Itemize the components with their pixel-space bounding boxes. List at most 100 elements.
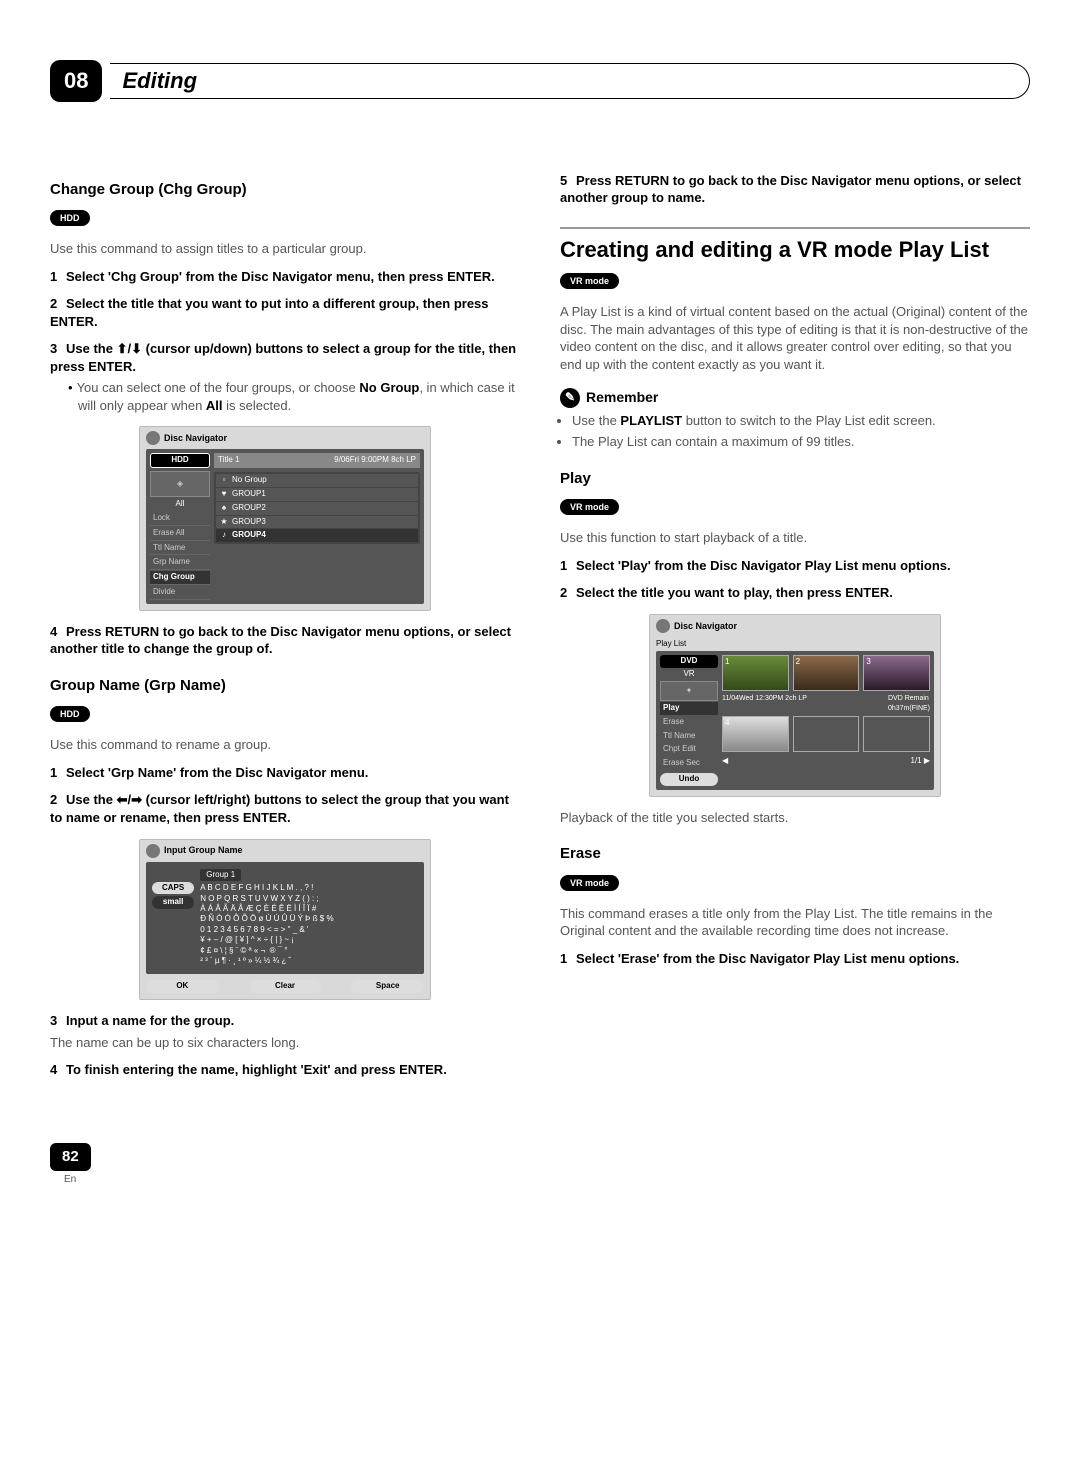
playlist-bold: PLAYLIST: [620, 413, 682, 428]
shot3-title: Disc Navigator: [674, 620, 737, 632]
right-column: 5Press RETURN to go back to the Disc Nav…: [560, 162, 1030, 1083]
play-step2: 2Select the title you want to play, then…: [560, 584, 1030, 602]
hdd-badge-2: HDD: [50, 706, 90, 722]
chapter-title: Editing: [122, 66, 197, 96]
remember-item-1: Use the PLAYLIST button to switch to the…: [572, 412, 1030, 430]
shot3-remain-lbl: DVD Remain: [888, 695, 929, 702]
folder-icon: ✦: [660, 681, 718, 701]
disc-icon-3: [656, 619, 670, 633]
chg-step3-a: Use the: [66, 341, 117, 356]
shot1-group2: ♠GROUP2: [216, 502, 418, 515]
heading-erase: Erase: [560, 844, 1030, 864]
shot1-menu-eraseall: Erase All: [150, 527, 210, 541]
thumb-2: 2: [793, 655, 860, 691]
grp-step1-text: Select 'Grp Name' from the Disc Navigato…: [66, 765, 368, 780]
shot3-menu-erase: Erase: [660, 716, 718, 729]
remember-list: Use the PLAYLIST button to switch to the…: [560, 412, 1030, 451]
chg-step4-text: Press RETURN to go back to the Disc Navi…: [50, 624, 511, 657]
shot3-menu-ttlname: Ttl Name: [660, 730, 718, 743]
play-after: Playback of the title you selected start…: [560, 809, 1030, 827]
screenshot-disc-navigator: Disc Navigator HDD ◈ All Lock Erase All …: [139, 426, 431, 610]
cube-icon: ◈: [150, 471, 210, 497]
grp-step3-text: Input a name for the group.: [66, 1013, 234, 1028]
page-lang: En: [50, 1173, 1030, 1187]
thumb-empty-6: [863, 716, 930, 752]
shot1-group1: ♥GROUP1: [216, 488, 418, 501]
shot1-meta: 9/06Fri 9:00PM 8ch LP: [334, 455, 416, 466]
clear-button: Clear: [249, 980, 322, 993]
shot3-remain-val: 0h37m(FINE): [888, 705, 930, 712]
chg-step3: 3Use the ⬆/⬇ (cursor up/down) buttons to…: [50, 340, 520, 375]
page-footer: 82 En: [50, 1143, 1030, 1187]
shot3-undo: Undo: [660, 773, 718, 786]
grp-step3-note: The name can be up to six characters lon…: [50, 1034, 520, 1052]
arrow-down-icon: ⬇: [131, 341, 142, 356]
space-button: Space: [351, 980, 424, 993]
remember-label: Remember: [586, 388, 658, 407]
shot1-menu-divide: Divide: [150, 586, 210, 600]
grp-step4: 4To finish entering the name, highlight …: [50, 1061, 520, 1079]
thumb-1: 1: [722, 655, 789, 691]
chapter-title-wrap: Editing: [110, 63, 1030, 99]
chg-step1: 1Select 'Chg Group' from the Disc Naviga…: [50, 268, 520, 286]
heading-play: Play: [560, 469, 1030, 489]
play-intro: Use this function to start playback of a…: [560, 529, 1030, 547]
shot1-group-nogroup: ▫No Group: [216, 474, 418, 487]
grp-step4-text: To finish entering the name, highlight '…: [66, 1062, 447, 1077]
screenshot-playlist: Disc Navigator Play List DVD VR ✦ Play E…: [649, 614, 941, 797]
chg-step2: 2Select the title that you want to put i…: [50, 295, 520, 330]
chg-step1-text: Select 'Chg Group' from the Disc Navigat…: [66, 269, 495, 284]
remember-icon: [560, 388, 580, 408]
shot1-group4: ♪GROUP4: [216, 529, 418, 542]
chapter-number-badge: 08: [50, 60, 102, 102]
shot3-vr: VR: [660, 669, 718, 680]
chg-step4: 4Press RETURN to go back to the Disc Nav…: [50, 623, 520, 658]
vr-badge-2: VR mode: [560, 499, 619, 515]
arrow-up-icon: ⬆: [117, 341, 128, 356]
erase-step1: 1Select 'Erase' from the Disc Navigator …: [560, 950, 1030, 968]
grp-step2-a: Use the: [66, 792, 117, 807]
chg-step2-text: Select the title that you want to put in…: [50, 296, 489, 329]
shot1-hdd: HDD: [150, 453, 210, 468]
group-name-field: Group 1: [200, 869, 241, 882]
thumb-empty-5: [793, 716, 860, 752]
shot1-title1: Title 1: [218, 455, 240, 466]
erase-step1-text: Select 'Erase' from the Disc Navigator P…: [576, 951, 959, 966]
ok-button: OK: [146, 980, 219, 993]
shot1-all: All: [150, 498, 210, 511]
play-step2-text: Select the title you want to play, then …: [576, 585, 893, 600]
grp-step2: 2Use the ⬅/➡ (cursor left/right) buttons…: [50, 791, 520, 826]
vr-badge-3: VR mode: [560, 875, 619, 891]
shot3-pager: ◀1/1 ▶: [722, 756, 930, 767]
page-number: 82: [50, 1143, 91, 1171]
grp-step1: 1Select 'Grp Name' from the Disc Navigat…: [50, 764, 520, 782]
screenshot-input-group-name: Input Group Name CAPS small Group 1 A B …: [139, 839, 431, 1001]
shot2-title: Input Group Name: [164, 844, 243, 856]
arrow-right-icon: ➡: [131, 792, 142, 807]
shot3-menu-chptedit: Chpt Edit: [660, 743, 718, 756]
chg-bullet-a: You can select one of the four groups, o…: [77, 380, 360, 395]
caps-button: CAPS: [152, 882, 194, 895]
disc-icon: [146, 431, 160, 445]
chg-group-intro: Use this command to assign titles to a p…: [50, 240, 520, 258]
erase-intro: This command erases a title only from th…: [560, 905, 1030, 940]
shot1-menu-grpname: Grp Name: [150, 556, 210, 570]
shot3-dvd: DVD: [660, 655, 718, 668]
thumb-3: 3: [863, 655, 930, 691]
thumb-4: 4: [722, 716, 789, 752]
char-grid: A B C D E F G H I J K L M . , ? ! N O P …: [200, 883, 418, 966]
vr-intro: A Play List is a kind of virtual content…: [560, 303, 1030, 373]
arrow-left-icon: ⬅: [117, 792, 128, 807]
shot3-meta: 11/04Wed 12:30PM 2ch LP: [722, 694, 807, 713]
shot3-menu-erasesec: Erase Sec: [660, 757, 718, 770]
remember-heading: Remember: [560, 388, 1030, 408]
shot3-menu-play: Play: [660, 702, 718, 715]
heading-grp-name: Group Name (Grp Name): [50, 676, 520, 696]
play-step1: 1Select 'Play' from the Disc Navigator P…: [560, 557, 1030, 575]
heading-vr-playlist: Creating and editing a VR mode Play List: [560, 227, 1030, 263]
shot1-menu-lock: Lock: [150, 512, 210, 526]
small-button: small: [152, 896, 194, 909]
page-header: 08 Editing: [50, 60, 1030, 102]
grp-step5: 5Press RETURN to go back to the Disc Nav…: [560, 172, 1030, 207]
shot3-subtitle: Play List: [650, 637, 940, 652]
